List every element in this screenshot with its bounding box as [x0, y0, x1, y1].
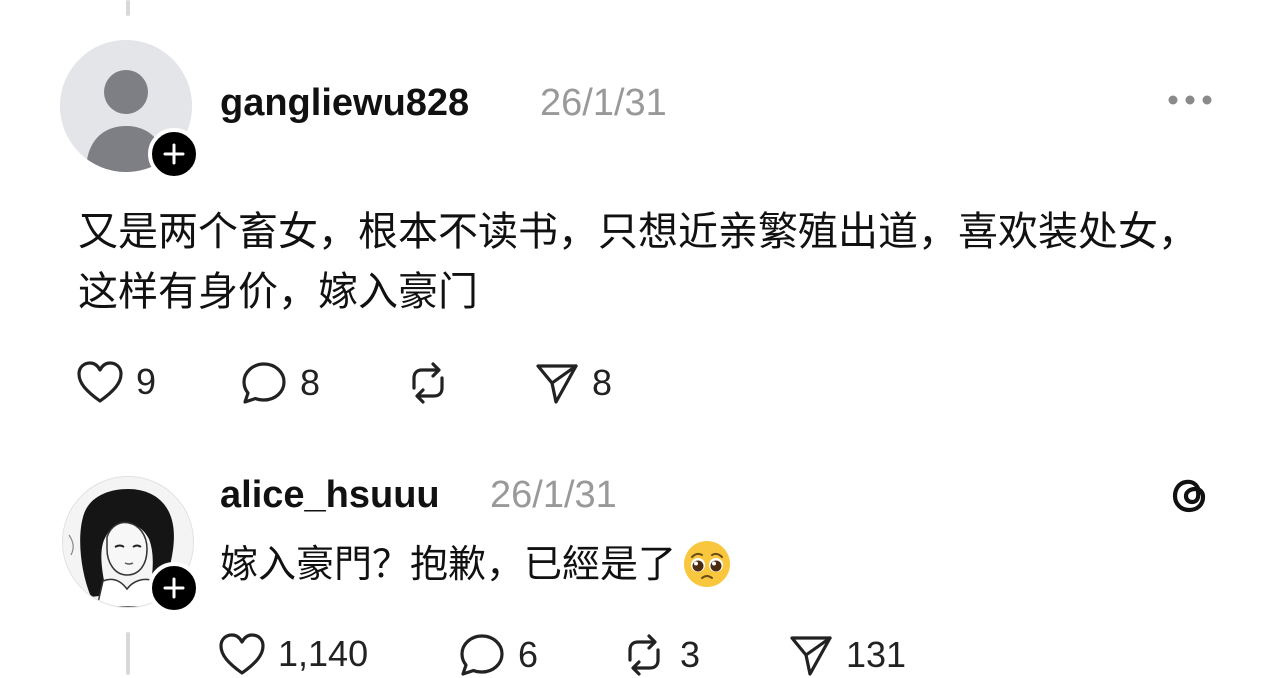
- like-count: 9: [136, 361, 157, 402]
- share-count: 131: [846, 634, 907, 675]
- reply-username[interactable]: alice_hsuuu: [220, 474, 440, 517]
- share-button[interactable]: 8: [534, 360, 612, 406]
- plus-icon: [163, 577, 185, 599]
- comment-icon: [460, 634, 504, 676]
- more-dots-icon[interactable]: [1165, 92, 1215, 108]
- heart-icon: [77, 361, 123, 403]
- threads-logo-icon[interactable]: [1166, 470, 1214, 518]
- follow-button[interactable]: [148, 128, 200, 180]
- post-username[interactable]: gangliewu828: [220, 82, 469, 125]
- repost-icon: [412, 362, 444, 404]
- follow-button[interactable]: [148, 562, 200, 614]
- heart-icon: [219, 633, 265, 675]
- repost-count: 3: [680, 634, 701, 675]
- like-count: 1,140: [278, 633, 369, 674]
- reply-date: 26/1/31: [490, 474, 617, 516]
- repost-button[interactable]: 3: [620, 632, 700, 678]
- reply-body: 嫁入豪門？抱歉，已經是了: [220, 538, 732, 590]
- comment-button[interactable]: 6: [458, 632, 538, 678]
- comment-count: 8: [300, 362, 321, 403]
- like-button[interactable]: 1,140: [218, 632, 368, 676]
- comment-icon: [242, 362, 286, 404]
- reply-body-text: 嫁入豪門？抱歉，已經是了: [220, 542, 677, 586]
- comment-button[interactable]: 8: [240, 360, 320, 406]
- comment-count: 6: [518, 634, 539, 675]
- send-icon: [790, 636, 832, 676]
- thread-line-top: [126, 0, 130, 16]
- post-body-text: 又是两个畜女，根本不读书，只想近亲繁殖出道，喜欢装处女，这样有身价，嫁入豪门: [78, 209, 1198, 315]
- plus-icon: [163, 143, 185, 165]
- send-icon: [536, 364, 578, 404]
- share-button[interactable]: 131: [788, 632, 906, 678]
- like-button[interactable]: 9: [76, 360, 156, 404]
- thread-line-bottom: [126, 632, 130, 675]
- repost-button[interactable]: [404, 360, 464, 406]
- repost-icon: [628, 634, 660, 676]
- share-count: 8: [592, 362, 613, 403]
- post-date: 26/1/31: [540, 82, 667, 124]
- pleading-face-emoji: [684, 541, 731, 587]
